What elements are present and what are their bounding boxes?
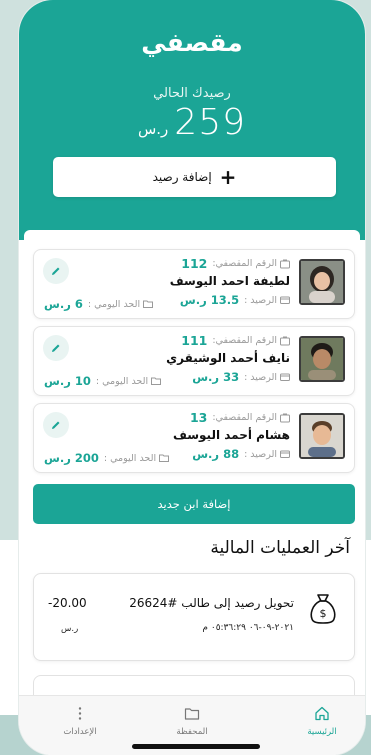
- money-bag-icon: $: [310, 594, 336, 624]
- daily-limit-label: الحد اليومي :: [103, 452, 157, 464]
- transactions-title: آخر العمليات المالية: [210, 538, 350, 558]
- pocket-number-row: الرقم المقصفي: 112: [100, 256, 290, 271]
- balance-label: رصيدك الحالي: [153, 86, 231, 101]
- id-card-icon: [280, 336, 290, 346]
- daily-limit-value: 6 ر.س: [44, 297, 83, 311]
- nav-wallet[interactable]: المحفظة: [152, 706, 232, 737]
- child-card[interactable]: الرقم المقصفي: 111 نايف أحمد الوشيقري ال…: [33, 326, 355, 396]
- daily-limit-row: الحد اليومي : 200 ر.س: [44, 451, 170, 465]
- child-balance-label: الرصيد :: [244, 371, 277, 383]
- pocket-number: 13: [189, 410, 208, 425]
- transaction-title: تحويل رصيد إلى طالب #26624: [129, 596, 294, 610]
- transaction-amount: -20.00: [48, 596, 87, 610]
- transaction-card[interactable]: $ تحويل رصيد إلى طالب #26624 ٢٠٢١-٠٩-٠٦ …: [33, 573, 355, 661]
- edit-button[interactable]: [43, 412, 69, 438]
- child-avatar: [299, 336, 345, 382]
- main-content: الرقم المقصفي: 112 لطيفة احمد اليوسف الر…: [24, 230, 360, 735]
- child-avatar: [299, 259, 345, 305]
- daily-limit-row: الحد اليومي : 10 ر.س: [44, 374, 162, 388]
- nav-settings-label: الإعدادات: [63, 727, 97, 737]
- more-vertical-icon: [78, 707, 82, 720]
- pocket-number: 111: [181, 333, 208, 348]
- nav-settings[interactable]: الإعدادات: [40, 706, 120, 737]
- child-name: هشام أحمد اليوسف: [172, 428, 290, 442]
- add-child-button[interactable]: إضافة ابن جديد: [33, 484, 355, 524]
- pocket-number: 112: [181, 256, 208, 271]
- add-balance-label: إضافة رصيد: [152, 170, 212, 184]
- child-photo-icon: [301, 261, 343, 303]
- pocket-number-row: الرقم المقصفي: 13: [100, 410, 290, 425]
- wallet-card-icon: [280, 372, 290, 382]
- daily-limit-label: الحد اليومي :: [95, 375, 149, 387]
- child-name: لطيفة احمد اليوسف: [169, 274, 290, 288]
- child-balance-label: الرصيد :: [244, 448, 277, 460]
- child-balance-value: 88 ر.س: [192, 447, 240, 461]
- folder-icon: [159, 453, 170, 463]
- wallet-card-icon: [280, 295, 290, 305]
- nav-home[interactable]: الرئيسية: [282, 706, 362, 737]
- child-balance-value: 33 ر.س: [192, 370, 240, 384]
- svg-text:$: $: [320, 607, 327, 620]
- folder-icon: [143, 299, 154, 309]
- pocket-number-row: الرقم المقصفي: 111: [100, 333, 290, 348]
- balance-display: ر.س 259: [19, 102, 365, 143]
- daily-limit-row: الحد اليومي : 6 ر.س: [44, 297, 154, 311]
- daily-limit-value: 10 ر.س: [44, 374, 91, 388]
- balance-amount: 259: [174, 102, 247, 143]
- balance-currency: ر.س: [137, 120, 169, 138]
- app-title: مقصفي: [141, 28, 243, 57]
- app-screen: مقصفي رصيدك الحالي ر.س 259 إضافة رصيد +: [19, 0, 365, 755]
- bottom-nav: الرئيسية المحفظة الإعدادات: [19, 695, 365, 755]
- child-balance-label: الرصيد :: [244, 294, 277, 306]
- folder-icon: [151, 376, 162, 386]
- pencil-icon: [52, 344, 60, 352]
- add-balance-button[interactable]: إضافة رصيد +: [53, 157, 336, 197]
- home-indicator: [132, 744, 260, 749]
- edit-button[interactable]: [43, 335, 69, 361]
- home-icon: [315, 706, 329, 721]
- add-child-label: إضافة ابن جديد: [157, 497, 231, 511]
- child-card[interactable]: الرقم المقصفي: 13 هشام أحمد اليوسف الرصي…: [33, 403, 355, 473]
- plus-icon: +: [219, 165, 237, 189]
- pocket-number-label: الرقم المقصفي:: [212, 335, 277, 346]
- child-photo-icon: [301, 338, 343, 380]
- child-card[interactable]: الرقم المقصفي: 112 لطيفة احمد اليوسف الر…: [33, 249, 355, 319]
- pocket-number-label: الرقم المقصفي:: [212, 258, 277, 269]
- child-name: نايف أحمد الوشيقري: [166, 351, 290, 365]
- transaction-date: ٢٠٢١-٠٩-٠٦ ٠٥:٣٦:٢٩ م: [202, 623, 294, 633]
- child-avatar: [299, 413, 345, 459]
- daily-limit-label: الحد اليومي :: [87, 298, 141, 310]
- pencil-icon: [52, 421, 60, 429]
- folder-icon: [184, 708, 200, 720]
- transaction-currency: ر.س: [61, 624, 79, 634]
- pocket-number-label: الرقم المقصفي:: [212, 412, 277, 423]
- wallet-card-icon: [280, 449, 290, 459]
- child-photo-icon: [301, 415, 343, 457]
- id-card-icon: [280, 413, 290, 423]
- pencil-icon: [52, 267, 60, 275]
- child-balance-value: 13.5 ر.س: [179, 293, 240, 307]
- nav-home-label: الرئيسية: [307, 727, 337, 737]
- id-card-icon: [280, 259, 290, 269]
- edit-button[interactable]: [43, 258, 69, 284]
- daily-limit-value: 200 ر.س: [44, 451, 99, 465]
- balance-header: مقصفي رصيدك الحالي ر.س 259 إضافة رصيد +: [19, 0, 365, 240]
- nav-wallet-label: المحفظة: [176, 727, 208, 737]
